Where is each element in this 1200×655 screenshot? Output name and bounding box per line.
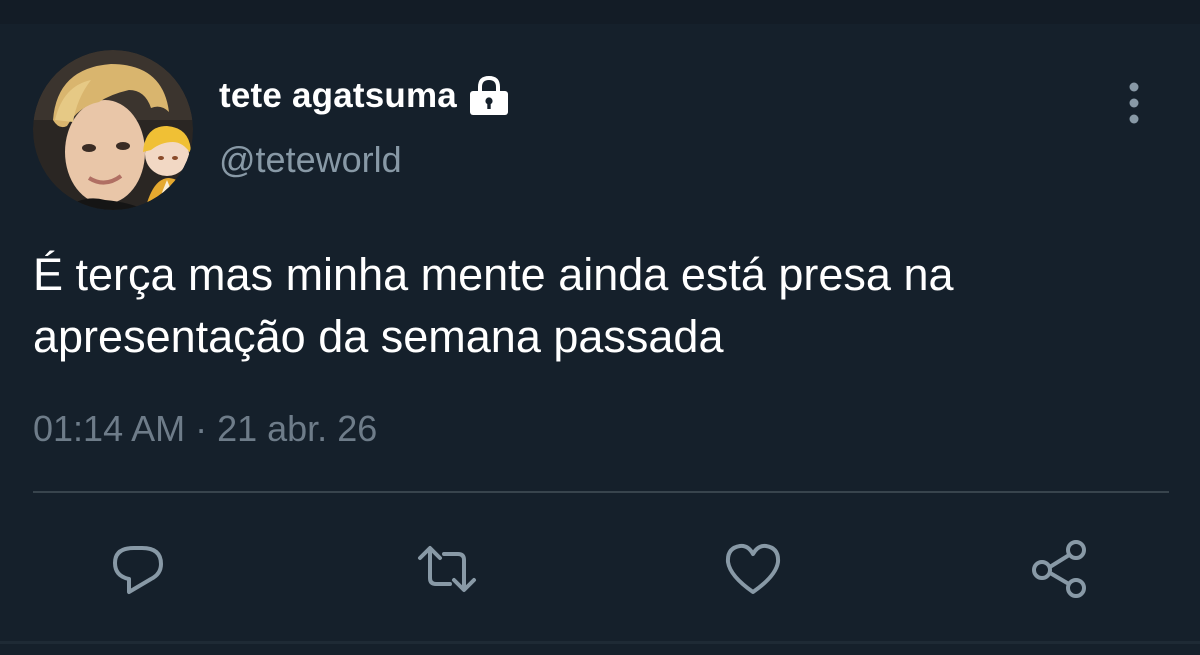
tweet-card: tete agatsuma @teteworld É terça mas min…	[0, 24, 1200, 655]
divider	[33, 491, 1169, 493]
tweet-text-line: É terça mas minha mente ainda está presa…	[33, 249, 954, 300]
heart-icon	[725, 543, 781, 594]
tweet-text: É terça mas minha mente ainda está presa…	[33, 244, 1173, 368]
timestamp[interactable]: 01:14 AM · 21 abr. 26	[33, 408, 377, 450]
reply-icon	[113, 546, 163, 594]
bottom-divider	[0, 641, 1200, 644]
more-vertical-icon[interactable]	[1118, 82, 1150, 124]
tweet-text-line: apresentação da semana passada	[33, 311, 724, 362]
avatar[interactable]	[33, 50, 193, 210]
share-icon	[1032, 540, 1086, 598]
retweet-button[interactable]	[416, 538, 478, 600]
retweet-icon	[418, 546, 476, 592]
display-name[interactable]: tete agatsuma	[219, 76, 457, 116]
like-button[interactable]	[722, 538, 784, 600]
share-button[interactable]	[1030, 538, 1092, 600]
avatar-image	[33, 50, 193, 210]
top-strip	[0, 0, 1200, 24]
user-handle[interactable]: @teteworld	[219, 139, 402, 181]
display-name-row: tete agatsuma	[219, 75, 511, 116]
lock-icon	[467, 75, 511, 116]
reply-button[interactable]	[107, 538, 169, 600]
